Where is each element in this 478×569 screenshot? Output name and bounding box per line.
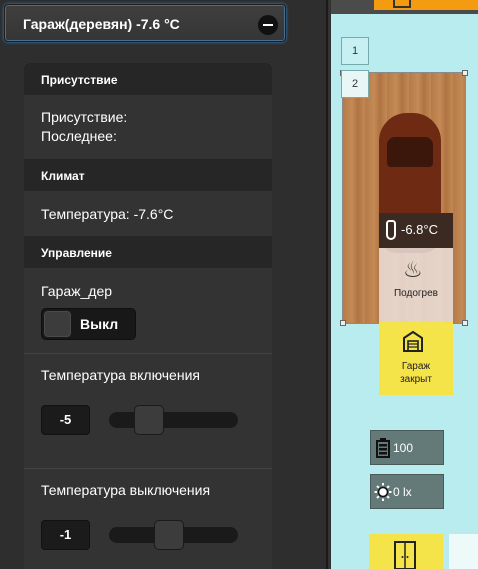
door-icon [394, 541, 416, 569]
garage-icon [403, 330, 423, 352]
off-temperature-slider-thumb[interactable] [154, 520, 184, 550]
temperature-tile[interactable]: -6.8°C [379, 213, 453, 248]
presence-label: Присутствие: [41, 109, 128, 125]
page-button-1[interactable]: 1 [341, 37, 369, 65]
on-temperature-value[interactable]: -5 [41, 405, 90, 435]
group-header-climate: Климат [24, 159, 272, 191]
toggle-knob[interactable] [44, 311, 71, 337]
off-temperature-slider[interactable] [109, 520, 238, 550]
garage-status-line1: Гараж [401, 361, 431, 372]
door-tile[interactable] [369, 534, 443, 569]
device-panel: Гараж(деревян) -7.6 °C Присутствие Прису… [0, 0, 326, 569]
temperature-reading: Температура: -7.6°C [41, 206, 174, 222]
off-temperature-label: Температура выключения [41, 482, 211, 498]
garage-room: -6.8°C ♨ Подогрев Гараж закрыт [340, 70, 468, 395]
garage-status-label: Гараж закрыт [379, 360, 453, 386]
side-tile[interactable] [449, 534, 478, 569]
battery-icon [376, 438, 390, 458]
collapse-icon[interactable] [258, 15, 278, 35]
off-temperature-value[interactable]: -1 [41, 520, 90, 550]
panel-title: Гараж(деревян) -7.6 °C [23, 16, 180, 32]
light-value: 0 lx [393, 485, 412, 499]
group-header-control: Управление [24, 236, 272, 268]
brightness-icon [374, 483, 392, 501]
car-windshield [387, 137, 433, 167]
plan-top-tab[interactable] [374, 0, 478, 10]
on-temperature-slider-thumb[interactable] [134, 405, 164, 435]
battery-sensor[interactable]: 100 [370, 430, 444, 465]
toggle-state-label: Выкл [80, 316, 119, 332]
thermometer-icon [386, 220, 396, 240]
garage-tab-icon [393, 0, 411, 8]
floor-plan: 1 -6.8°C ♨ Подогрев Гараж закрыт 2 100 0… [331, 0, 478, 569]
heating-label: Подогрев [393, 288, 438, 299]
on-temperature-slider[interactable] [109, 405, 238, 435]
divider [24, 468, 272, 469]
heating-switch-toggle[interactable]: Выкл [41, 308, 136, 340]
heating-tile[interactable]: ♨ Подогрев [379, 248, 453, 322]
last-seen-label: Последнее: [41, 128, 117, 144]
room-corner-handle [462, 320, 468, 326]
room-corner-handle [340, 320, 346, 326]
room-corner-handle [462, 70, 468, 76]
garage-status-line2: закрыт [400, 374, 432, 385]
temperature-value: -6.8°C [401, 222, 438, 237]
heat-waves-icon: ♨ [403, 257, 423, 282]
battery-value: 100 [393, 441, 414, 455]
group-header-presence: Присутствие [24, 63, 272, 95]
on-temperature-label: Температура включения [41, 367, 200, 383]
divider [24, 353, 272, 354]
panel-content: Присутствие Присутствие: Последнее: Клим… [24, 63, 272, 569]
page-button-2[interactable]: 2 [341, 70, 369, 98]
switch-name: Гараж_дер [41, 283, 113, 299]
light-sensor[interactable]: 0 lx [370, 474, 444, 509]
garage-door-tile[interactable]: Гараж закрыт [379, 322, 453, 395]
panel-header[interactable]: Гараж(деревян) -7.6 °C [4, 4, 286, 42]
